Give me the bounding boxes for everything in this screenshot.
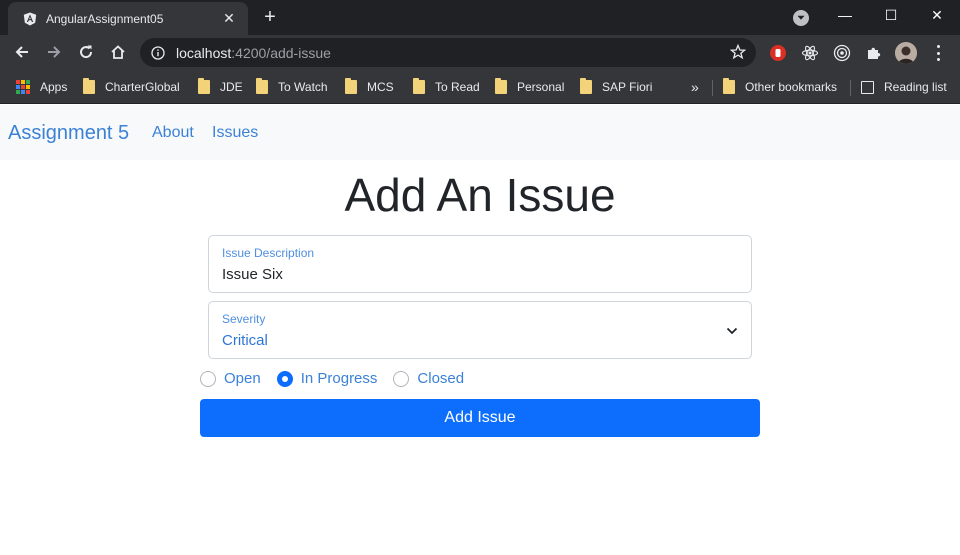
browser-tab[interactable]: AngularAssignment05 ✕ <box>8 2 248 35</box>
app-navbar: Assignment 5 About Issues <box>0 105 960 160</box>
bookmark-label: Personal <box>517 80 565 94</box>
angular-icon <box>22 11 38 27</box>
home-icon[interactable] <box>105 39 131 65</box>
minimize-button[interactable]: — <box>822 0 868 30</box>
browser-toolbar: localhost:4200/add-issue <box>0 35 960 70</box>
bookmark-label: JDE <box>220 80 243 94</box>
bookmark-folder[interactable]: To Read <box>413 77 480 97</box>
apps-grid-icon <box>16 80 30 94</box>
tab-search-icon[interactable] <box>793 10 809 26</box>
severity-label: Severity <box>222 312 266 326</box>
bookmark-folder[interactable]: CharterGlobal <box>83 77 180 97</box>
tab-title: AngularAssignment05 <box>46 11 164 26</box>
forward-arrow-icon[interactable] <box>41 39 67 65</box>
status-option-in-progress[interactable]: In Progress <box>276 369 378 389</box>
status-option-open[interactable]: Open <box>200 369 261 389</box>
new-tab-button[interactable]: + <box>258 6 282 30</box>
url-host: localhost <box>176 44 232 61</box>
folder-icon <box>495 78 507 94</box>
folder-icon <box>345 78 357 94</box>
profile-avatar[interactable] <box>895 42 917 64</box>
severity-select[interactable]: Severity Critical <box>208 301 752 359</box>
reading-list[interactable]: Reading list <box>861 77 947 97</box>
reading-list-icon <box>861 80 874 94</box>
bookmark-label: To Watch <box>278 80 328 94</box>
bookmark-folder[interactable]: Personal <box>495 77 564 97</box>
bookmarks-overflow-icon[interactable]: » <box>691 77 699 97</box>
bookmark-folder[interactable]: To Watch <box>256 77 328 97</box>
issue-description-label: Issue Description <box>222 246 315 260</box>
window-controls: — ☐ ✕ <box>822 0 960 30</box>
radio-label: Open <box>224 370 261 387</box>
folder-icon <box>723 78 735 94</box>
folder-icon <box>580 78 592 94</box>
bookmark-folder[interactable]: JDE <box>198 77 243 97</box>
bookmarks-divider <box>850 80 851 96</box>
bookmark-label: SAP Fiori <box>602 80 653 94</box>
browser-menu-icon[interactable] <box>932 43 944 63</box>
bookmarks-divider <box>712 80 713 96</box>
folder-icon <box>198 78 210 94</box>
nav-link-about[interactable]: About <box>152 123 194 143</box>
status-radio-group: Open In Progress Closed <box>200 369 480 389</box>
severity-value[interactable]: Critical <box>222 331 268 350</box>
reload-icon[interactable] <box>73 39 99 65</box>
bookmark-label: CharterGlobal <box>105 80 180 94</box>
radio-button-checked[interactable] <box>276 371 293 387</box>
radio-button[interactable] <box>200 371 216 387</box>
react-devtools-icon[interactable] <box>801 44 819 62</box>
close-window-button[interactable]: ✕ <box>914 0 960 30</box>
bookmark-folder[interactable]: MCS <box>345 77 394 97</box>
issue-description-value[interactable]: Issue Six <box>222 265 283 284</box>
bookmark-label: MCS <box>367 80 394 94</box>
back-arrow-icon[interactable] <box>9 39 35 65</box>
navbar-brand[interactable]: Assignment 5 <box>8 121 129 145</box>
extensions-puzzle-icon[interactable] <box>865 44 883 62</box>
radio-label: In Progress <box>300 370 378 387</box>
chevron-down-icon[interactable] <box>725 324 739 338</box>
bookmark-folder[interactable]: SAP Fiori <box>580 77 652 97</box>
adblock-extension-icon[interactable] <box>769 44 787 62</box>
folder-icon <box>256 78 268 94</box>
bookmark-apps[interactable]: Apps <box>16 77 67 97</box>
radio-label: Closed <box>417 370 465 387</box>
nav-link-issues[interactable]: Issues <box>212 123 258 143</box>
radio-button[interactable] <box>393 371 410 387</box>
address-bar[interactable]: localhost:4200/add-issue <box>140 38 756 67</box>
bookmark-label: Apps <box>40 80 68 94</box>
info-icon[interactable] <box>150 45 166 61</box>
issue-description-field[interactable]: Issue Description Issue Six <box>208 235 752 293</box>
maximize-button[interactable]: ☐ <box>868 0 914 30</box>
browser-tab-strip: AngularAssignment05 ✕ + — ☐ ✕ <box>0 0 960 35</box>
close-tab-icon[interactable]: ✕ <box>220 10 238 27</box>
other-bookmarks[interactable]: Other bookmarks <box>723 77 837 97</box>
folder-icon <box>83 78 95 94</box>
url-path: :4200/add-issue <box>231 44 331 61</box>
target-extension-icon[interactable] <box>833 44 851 62</box>
bookmarks-bar: Apps CharterGlobal JDE To Watch MCS To R… <box>0 70 960 104</box>
bookmark-star-icon[interactable] <box>729 43 747 60</box>
folder-icon <box>413 78 425 94</box>
bookmark-label: Reading list <box>884 80 947 94</box>
bookmark-label: Other bookmarks <box>745 80 838 94</box>
page-title: Add An Issue <box>344 169 616 221</box>
bookmark-label: To Read <box>435 80 480 94</box>
add-issue-button[interactable]: Add Issue <box>200 399 760 437</box>
status-option-closed[interactable]: Closed <box>393 369 464 389</box>
